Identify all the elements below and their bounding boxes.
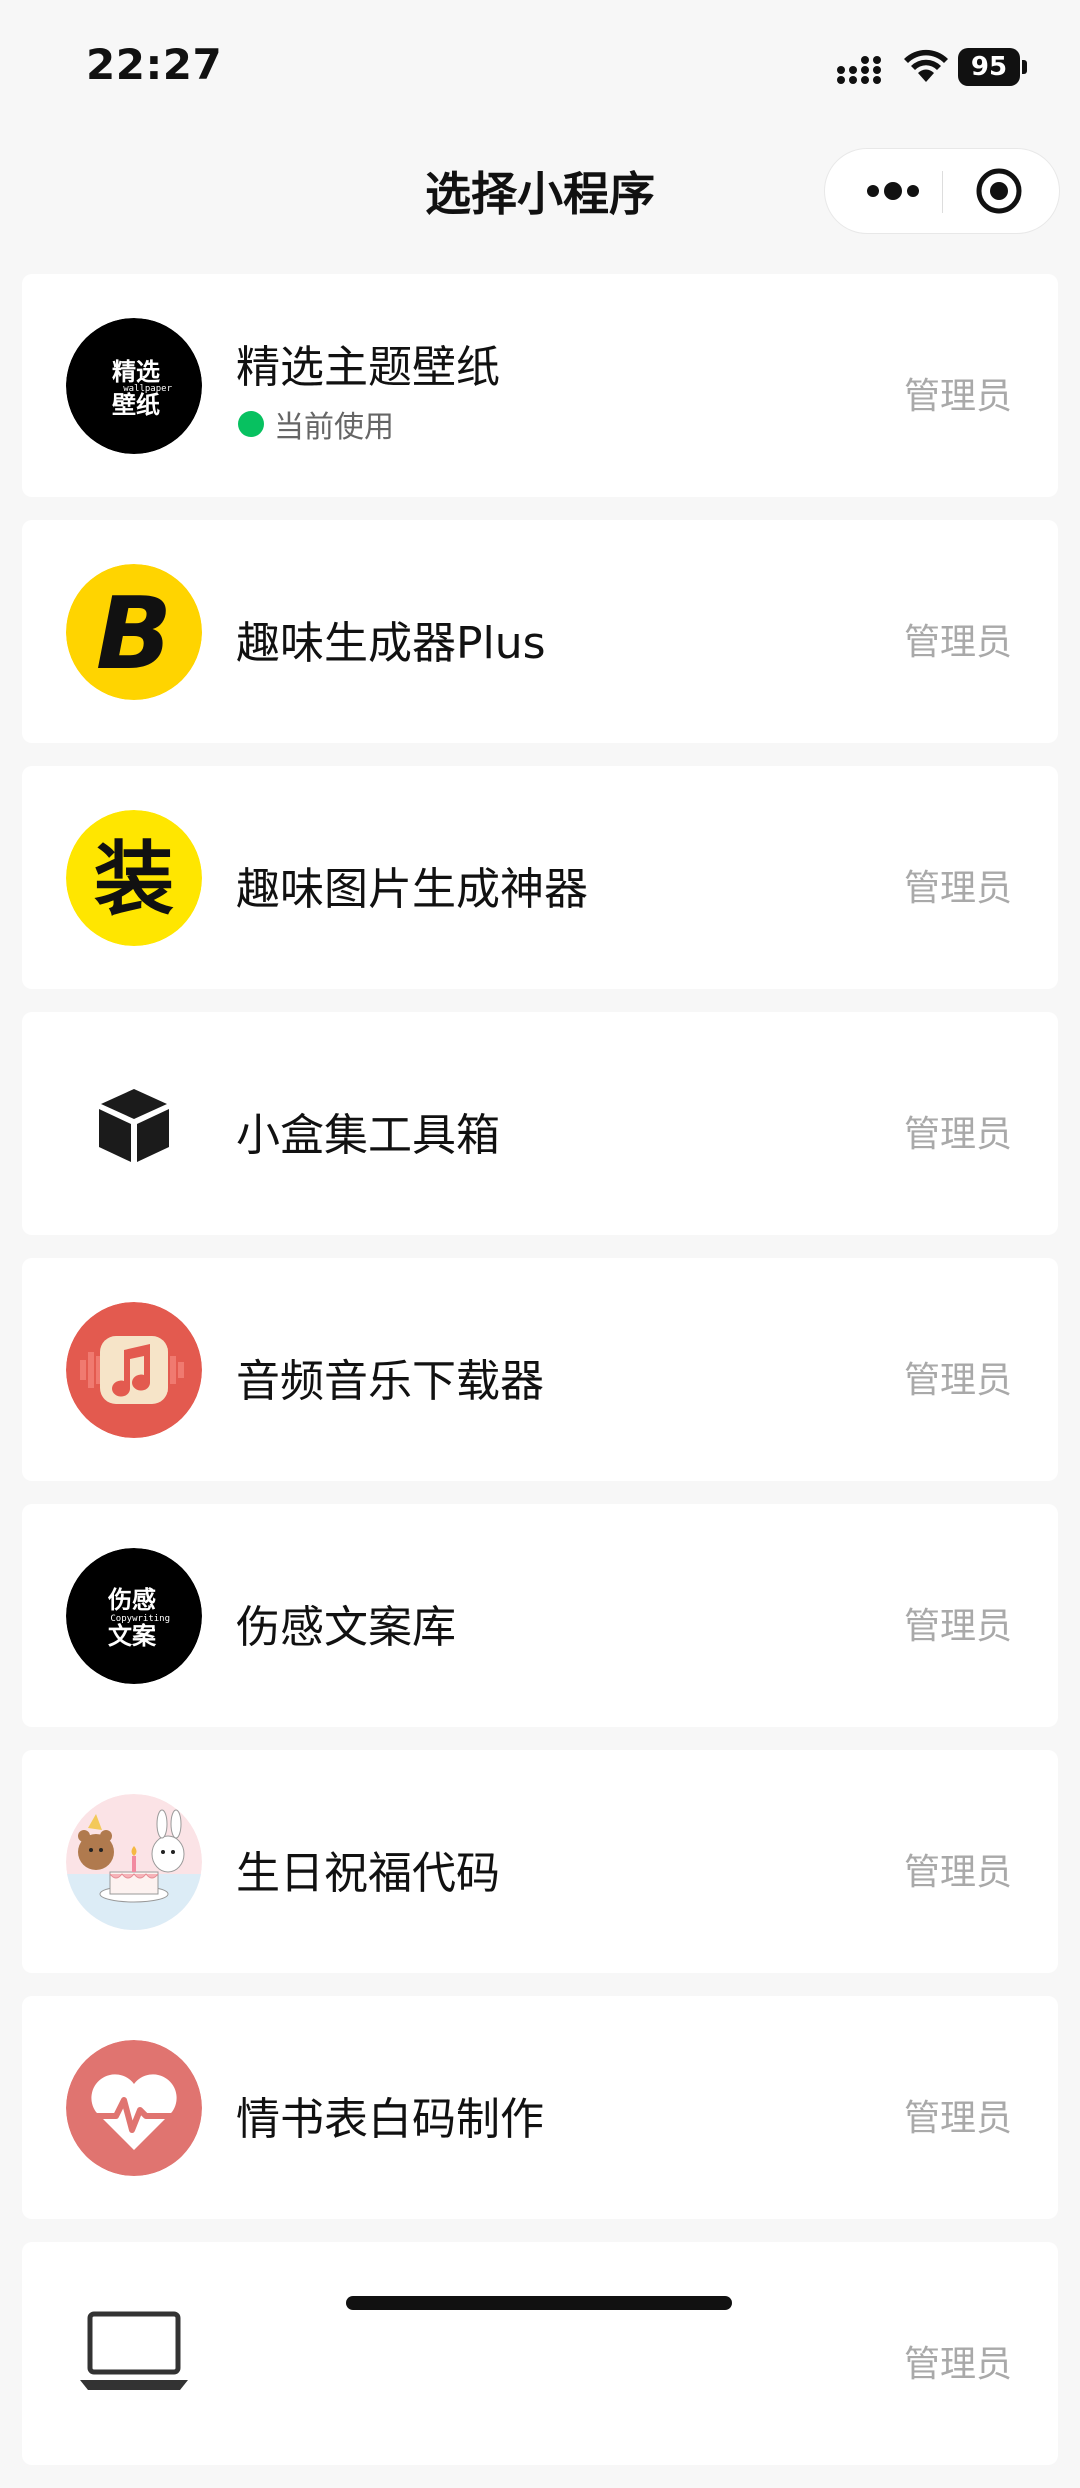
app-role: 管理员 — [903, 1606, 1012, 1647]
list-item-app-2[interactable]: B 趣味生成器Plus 管理员 — [22, 520, 1058, 743]
list-item-app-4[interactable]: 小盒集工具箱 管理员 — [22, 1012, 1058, 1235]
list-item-app-1[interactable]: 精选 壁纸 wallpaper 精选主题壁纸 当前使用 管理员 — [22, 274, 1058, 497]
status-label: 当前使用 — [274, 410, 394, 445]
status-dot-icon — [238, 411, 264, 437]
music-note-icon — [66, 1302, 202, 1438]
app-name: 音频音乐下载器 — [236, 1356, 544, 1407]
wifi-icon — [904, 49, 948, 82]
app-role: 管理员 — [903, 1360, 1012, 1401]
list-item-app-3[interactable]: 装 趣味图片生成神器 管理员 — [22, 766, 1058, 989]
capsule-divider — [942, 171, 943, 213]
app-name: 伤感文案库 — [236, 1602, 456, 1653]
svg-text:壁纸: 壁纸 — [112, 391, 160, 419]
list-item-app-5[interactable]: 音频音乐下载器 管理员 — [22, 1258, 1058, 1481]
app-role: 管理员 — [903, 2344, 1012, 2385]
current-use-status: 当前使用 — [236, 402, 394, 446]
svg-text:精选: 精选 — [112, 358, 160, 386]
app-name: 趣味生成器Plus — [236, 618, 546, 669]
signal-icon — [837, 56, 881, 84]
close-icon — [976, 168, 1022, 214]
app-name: 趣味图片生成神器 — [236, 864, 588, 915]
status-bar: 22:27 95 — [0, 0, 1080, 130]
battery-level: 95 — [958, 48, 1020, 86]
heart-pulse-icon — [66, 2040, 202, 2176]
battery-tip — [1022, 60, 1027, 74]
app-role: 管理员 — [903, 868, 1012, 909]
app-name: 精选主题壁纸 — [236, 342, 500, 393]
close-button[interactable] — [953, 149, 1045, 233]
status-time: 22:27 — [86, 40, 223, 89]
svg-text:文案: 文案 — [108, 1622, 157, 1650]
capsule-menu — [824, 148, 1060, 234]
zhuang-logo-icon: 装 — [66, 810, 202, 946]
more-icon — [867, 182, 919, 200]
svg-text:B: B — [96, 575, 172, 692]
birthday-cake-icon — [66, 1794, 202, 1930]
laptop-icon — [66, 2286, 202, 2422]
app-name: 生日祝福代码 — [236, 1848, 500, 1899]
wallpaper-logo-icon: 精选 壁纸 wallpaper — [66, 318, 202, 454]
copywriting-logo-icon: 伤感 文案 Copywriting — [66, 1548, 202, 1684]
list-item-app-7[interactable]: 生日祝福代码 管理员 — [22, 1750, 1058, 1973]
app-role: 管理员 — [903, 1114, 1012, 1155]
svg-text:wallpaper: wallpaper — [123, 384, 172, 394]
home-indicator[interactable] — [346, 2296, 732, 2310]
app-role: 管理员 — [903, 376, 1012, 417]
svg-text:伤感: 伤感 — [107, 1586, 156, 1614]
list-item-app-9[interactable]: 管理员 — [22, 2242, 1058, 2465]
app-role: 管理员 — [903, 622, 1012, 663]
more-button[interactable] — [847, 149, 939, 233]
app-name: 小盒集工具箱 — [236, 1110, 500, 1161]
battery-icon: 95 — [958, 48, 1028, 86]
letter-b-logo-icon: B — [66, 564, 202, 700]
box-icon — [66, 1056, 202, 1192]
list-item-app-8[interactable]: 情书表白码制作 管理员 — [22, 1996, 1058, 2219]
app-role: 管理员 — [903, 1852, 1012, 1893]
app-role: 管理员 — [903, 2098, 1012, 2139]
svg-text:Copywriting: Copywriting — [110, 1614, 170, 1624]
list-item-app-6[interactable]: 伤感 文案 Copywriting 伤感文案库 管理员 — [22, 1504, 1058, 1727]
app-name: 情书表白码制作 — [236, 2094, 544, 2145]
svg-text:装: 装 — [94, 833, 174, 926]
mini-program-list: 精选 壁纸 wallpaper 精选主题壁纸 当前使用 管理员 B 趣味生成器P… — [22, 274, 1058, 2488]
